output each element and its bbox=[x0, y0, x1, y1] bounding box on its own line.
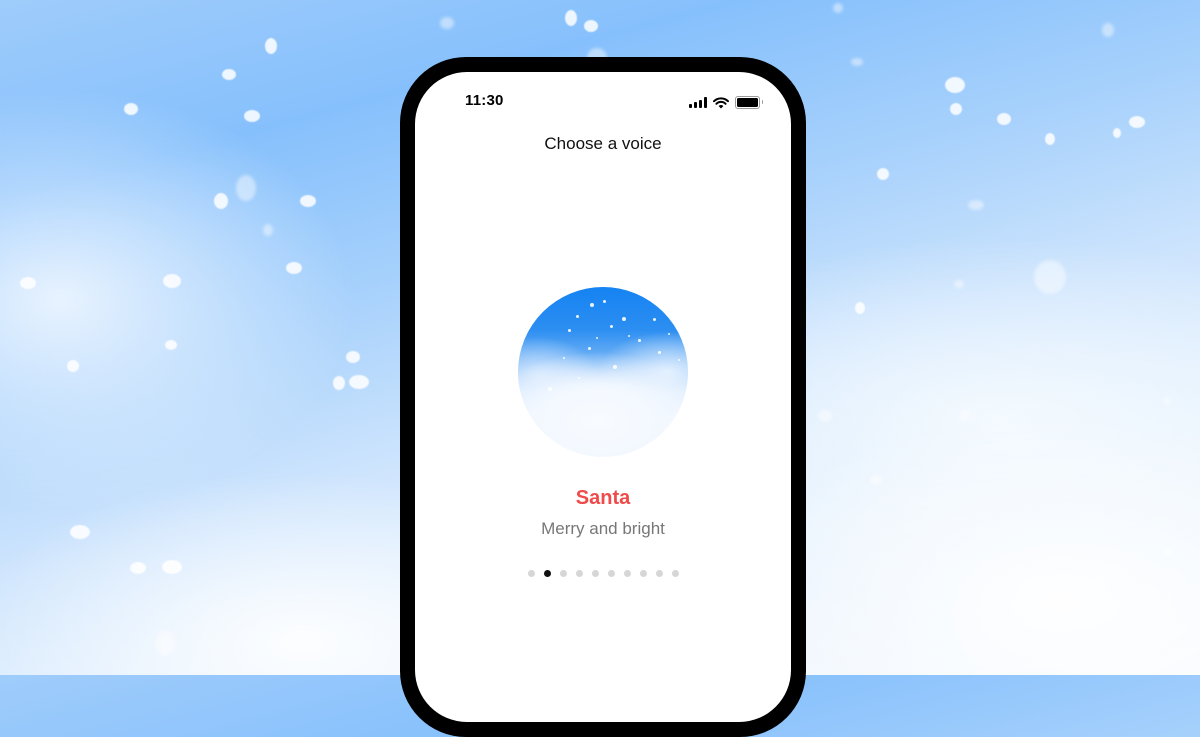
snowflake bbox=[870, 475, 882, 485]
page-indicator[interactable] bbox=[415, 570, 791, 577]
page-dot[interactable] bbox=[591, 570, 599, 577]
voice-orb-santa[interactable] bbox=[518, 287, 688, 457]
cellular-signal-icon bbox=[689, 97, 707, 108]
snowflake bbox=[244, 110, 260, 122]
snowflake bbox=[945, 77, 965, 93]
snowflake bbox=[20, 277, 36, 289]
orb-sparkle bbox=[563, 357, 565, 359]
snowflake bbox=[968, 200, 984, 210]
orb-sparkle bbox=[638, 339, 641, 342]
snowflake bbox=[1129, 116, 1145, 128]
page-dot[interactable] bbox=[623, 570, 631, 577]
snowflake bbox=[333, 376, 345, 390]
snowflake bbox=[1045, 133, 1055, 145]
orb-sparkle bbox=[678, 359, 680, 361]
page-dot[interactable] bbox=[607, 570, 615, 577]
snowflake bbox=[222, 69, 236, 80]
page-dot[interactable] bbox=[575, 570, 583, 577]
orb-sparkle bbox=[590, 303, 594, 307]
snowflake bbox=[851, 58, 863, 66]
orb-sparkle bbox=[610, 325, 613, 328]
orb-sparkle bbox=[628, 335, 630, 337]
page-dot[interactable] bbox=[559, 570, 567, 577]
snowflake bbox=[163, 274, 181, 288]
snowflake bbox=[1113, 128, 1121, 138]
orb-sparkle bbox=[668, 333, 670, 335]
snowflake bbox=[300, 195, 316, 207]
orb-sparkle bbox=[578, 377, 580, 379]
orb-sparkle bbox=[603, 300, 606, 303]
snowflake bbox=[67, 360, 79, 372]
snowflake bbox=[833, 3, 843, 13]
status-icons bbox=[689, 96, 763, 109]
page-dot[interactable] bbox=[543, 570, 551, 577]
orb-sparkle bbox=[576, 315, 579, 318]
snowflake bbox=[346, 351, 360, 363]
snowflake bbox=[1163, 397, 1171, 405]
snowflake bbox=[818, 410, 832, 422]
page-dot[interactable] bbox=[671, 570, 679, 577]
snowflake bbox=[265, 38, 277, 54]
orb-sparkle bbox=[622, 317, 626, 321]
orb-sparkle bbox=[568, 329, 571, 332]
status-bar: 11:30 bbox=[415, 90, 791, 114]
snowflake bbox=[155, 630, 175, 656]
snowflake bbox=[214, 193, 228, 209]
orb-sparkle bbox=[613, 365, 617, 369]
phone-screen: 11:30 Choose a voice Santa Merry and bri… bbox=[415, 72, 791, 722]
snowflake bbox=[997, 113, 1011, 125]
snowflake bbox=[1102, 23, 1114, 37]
page-dot[interactable] bbox=[655, 570, 663, 577]
snowflake bbox=[236, 175, 256, 201]
snowflake bbox=[286, 262, 302, 274]
snowflake bbox=[70, 525, 90, 539]
snowflake bbox=[855, 302, 865, 314]
phone-frame: 11:30 Choose a voice Santa Merry and bri… bbox=[400, 57, 806, 737]
snowflake bbox=[584, 20, 598, 32]
status-time: 11:30 bbox=[465, 92, 504, 109]
orb-sparkle bbox=[596, 337, 598, 339]
snowflake bbox=[1163, 548, 1173, 556]
snowflake bbox=[349, 375, 369, 389]
snowflake bbox=[130, 562, 146, 574]
voice-description: Merry and bright bbox=[541, 519, 665, 538]
snowflake bbox=[565, 10, 577, 26]
orb-sparkle bbox=[548, 387, 552, 391]
snowflake bbox=[950, 103, 962, 115]
voice-name: Santa bbox=[575, 487, 631, 509]
snowflake bbox=[124, 103, 138, 115]
battery-icon bbox=[735, 96, 763, 109]
snowflake bbox=[877, 168, 889, 180]
orb-sparkle bbox=[658, 351, 661, 354]
orb-sparkle bbox=[588, 347, 591, 350]
page-title: Choose a voice bbox=[544, 134, 662, 153]
page-dot[interactable] bbox=[639, 570, 647, 577]
snowflake bbox=[165, 340, 177, 350]
snowflake bbox=[440, 17, 454, 29]
snowflake bbox=[162, 560, 182, 574]
snowflake bbox=[954, 280, 964, 288]
snowflake bbox=[263, 224, 273, 236]
page-dot[interactable] bbox=[527, 570, 535, 577]
wifi-icon bbox=[713, 96, 729, 108]
snowflake bbox=[960, 410, 970, 420]
orb-sparkle bbox=[653, 318, 656, 321]
snowflake bbox=[1034, 260, 1066, 294]
